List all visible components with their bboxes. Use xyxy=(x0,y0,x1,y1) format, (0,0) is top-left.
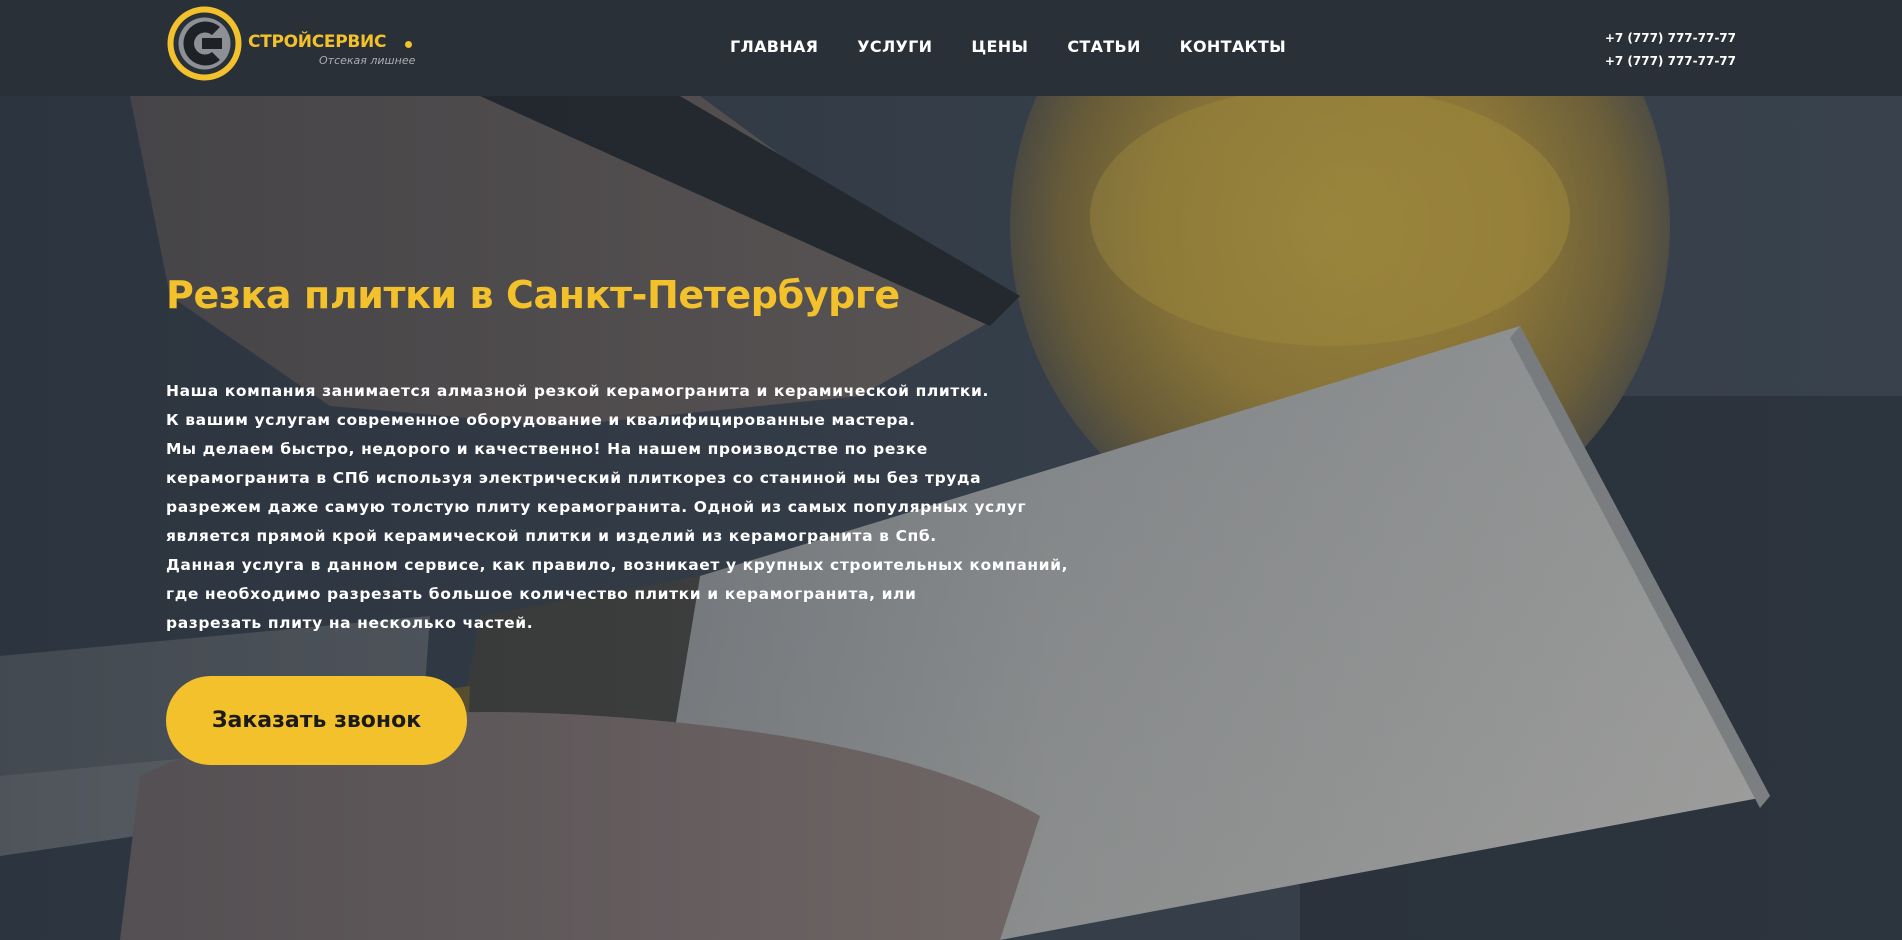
hero-text-line: Мы делаем быстро, недорого и качественно… xyxy=(166,440,928,458)
hero-text-line: К вашим услугам современное оборудование… xyxy=(166,411,916,429)
hero-text-line: Наша компания занимается алмазной резкой… xyxy=(166,382,989,400)
hero-text-line: разрежем даже самую толстую плиту керамо… xyxy=(166,498,1027,516)
nav-item-services[interactable]: УСЛУГИ xyxy=(857,37,932,57)
hero-description: Наша компания занимается алмазной резкой… xyxy=(166,377,1166,638)
nav-item-prices[interactable]: ЦЕНЫ xyxy=(971,37,1028,57)
hero-text-line: Данная услуга в данном сервисе, как прав… xyxy=(166,556,1069,574)
hero-text-line: разрезать плиту на несколько частей. xyxy=(166,614,534,632)
logo[interactable]: СТРОЙСЕРВИС Отсекая лишнее xyxy=(166,5,426,83)
hero-text-line: где необходимо разрезать большое количес… xyxy=(166,585,917,603)
phone-link[interactable]: +7 (777) 777-77-77 xyxy=(1605,27,1736,50)
order-call-button[interactable]: Заказать звонок xyxy=(166,676,467,765)
hero-text-line: керамогранита в СПб используя электричес… xyxy=(166,469,982,487)
brand-name: СТРОЙСЕРВИС xyxy=(248,32,387,52)
hero-text-line: является прямой крой керамической плитки… xyxy=(166,527,937,545)
site-header: СТРОЙСЕРВИС Отсекая лишнее ГЛАВНАЯ УСЛУГ… xyxy=(0,0,1902,96)
hero-title: Резка плитки в Санкт-Петербурге xyxy=(166,273,900,317)
logo-icon xyxy=(167,6,242,81)
nav-item-contacts[interactable]: КОНТАКТЫ xyxy=(1180,37,1286,57)
hero-section: Резка плитки в Санкт-Петербурге Наша ком… xyxy=(0,96,1902,940)
brand-dot xyxy=(405,41,412,48)
phone-link[interactable]: +7 (777) 777-77-77 xyxy=(1605,50,1736,73)
main-nav: ГЛАВНАЯ УСЛУГИ ЦЕНЫ СТАТЬИ КОНТАКТЫ xyxy=(730,37,1286,57)
header-phones: +7 (777) 777-77-77 +7 (777) 777-77-77 xyxy=(1605,27,1736,73)
nav-item-home[interactable]: ГЛАВНАЯ xyxy=(730,37,818,57)
nav-item-articles[interactable]: СТАТЬИ xyxy=(1067,37,1140,57)
brand-tagline: Отсекая лишнее xyxy=(319,54,416,67)
